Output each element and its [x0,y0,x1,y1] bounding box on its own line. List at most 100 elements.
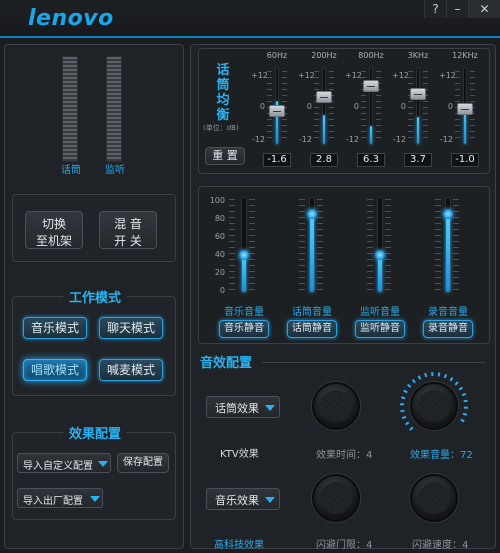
volume-tick [299,235,305,236]
save-config-button[interactable]: 保存配置 [117,453,169,473]
import-custom-dropdown[interactable]: 导入自定义配置 [17,453,111,473]
help-button[interactable]: ? [424,0,446,18]
volume-fill [310,214,314,292]
eq-band: 12KHz +12 0 -12 -1.0 [439,49,487,175]
minimize-button[interactable]: – [446,0,468,18]
shout-mode-button[interactable]: 喊麦模式 [99,359,163,381]
mic-effect-dropdown[interactable]: 话筒效果 [206,396,280,418]
volume-tick [367,223,373,224]
eq-tick [267,137,272,138]
volume-tick [229,235,235,236]
eq-tick [282,131,287,132]
volume-tick [229,241,235,242]
eq-value-box[interactable]: 6.3 [357,153,385,167]
eq-value-box[interactable]: -1.6 [263,153,291,167]
eq-tick [376,107,381,108]
volume-slider-thumb[interactable] [307,209,317,219]
switch-to-rack-button[interactable]: 切换 至机架 [25,211,83,249]
eq-band: 800Hz +12 0 -12 6.3 [345,49,393,175]
eq-tick [314,107,319,108]
volume-tick [435,259,441,260]
eq-track[interactable] [369,67,373,145]
volume-tick [229,205,235,206]
close-button[interactable]: ✕ [468,0,500,18]
eq-tick [361,125,366,126]
eq-value-box[interactable]: 2.8 [310,153,338,167]
volume-tick [229,271,235,272]
volume-label: 音乐音量 [224,307,264,318]
eq-tick [455,119,460,120]
mic-effect-label: 话筒效果 [215,402,259,415]
eq-slider-thumb[interactable] [269,105,285,117]
eq-title-char: 话 [216,63,230,78]
volume-tick [317,217,323,218]
mute-button[interactable]: 录音静音 [423,320,473,338]
eq-tick [423,83,428,84]
effect-volume-knob[interactable] [410,382,458,430]
volume-tick [385,199,391,200]
volume-tick [385,229,391,230]
eq-band: 200Hz +12 0 -12 2.8 [298,49,346,175]
eq-value-box[interactable]: -1.0 [451,153,479,167]
volume-tick [317,205,323,206]
flash-threshold-knob[interactable] [312,474,360,522]
eq-tick [408,113,413,114]
eq-reset-button[interactable]: 重 置 [205,147,245,165]
ring-tick [443,373,448,379]
volume-tick [299,247,305,248]
flash-speed-knob[interactable] [410,474,458,522]
volume-tick [385,247,391,248]
eq-tick [408,107,413,108]
volume-tick [385,289,391,290]
volume-slider-thumb[interactable] [239,250,249,260]
eq-tick [314,77,319,78]
eq-slider-thumb[interactable] [316,91,332,103]
volume-fill [378,254,382,292]
monitor-meter-label: 监听 [105,165,125,176]
effect-time-knob[interactable] [312,382,360,430]
eq-track[interactable] [416,67,420,145]
volume-label: 话筒音量 [292,307,332,318]
mix-toggle-button[interactable]: 混 音 开 关 [99,211,157,249]
eq-band-freq: 200Hz [311,51,337,60]
volume-tick [385,205,391,206]
mute-button[interactable]: 监听静音 [355,320,405,338]
music-effect-dropdown[interactable]: 音乐效果 [206,488,280,510]
monitor-level-meter [106,56,122,162]
volume-tick [317,259,323,260]
volume-slider-thumb[interactable] [443,209,453,219]
eq-tick [455,77,460,78]
ring-tick [411,378,416,384]
mix-line2: 开 关 [114,234,142,248]
eq-slider-thumb[interactable] [363,80,379,92]
volume-tick [367,247,373,248]
eq-value-box[interactable]: 3.7 [404,153,432,167]
singing-mode-button[interactable]: 唱歌模式 [23,359,87,381]
mute-button[interactable]: 音乐静音 [219,320,269,338]
eq-tick [361,71,366,72]
eq-band-freq: 3KHz [407,51,429,60]
eq-tick [282,71,287,72]
volume-scale-label: 40 [214,250,225,259]
eq-tick [408,125,413,126]
volume-scale-label: 60 [214,232,225,241]
eq-track[interactable] [322,67,326,145]
eq-scale-label: +12 [345,71,362,80]
eq-tick [423,137,428,138]
eq-slider-thumb[interactable] [457,103,473,115]
chevron-down-icon [98,461,108,467]
chat-mode-button[interactable]: 聊天模式 [99,317,163,339]
music-mode-button[interactable]: 音乐模式 [23,317,87,339]
eq-slider-thumb[interactable] [410,88,426,100]
volume-tick [435,265,441,266]
volume-tick [367,283,373,284]
mute-button[interactable]: 话筒静音 [287,320,337,338]
volume-track[interactable] [241,197,247,293]
eq-band-freq: 12KHz [452,51,478,60]
eq-tick [376,71,381,72]
volume-slider-thumb[interactable] [375,250,385,260]
volume-track[interactable] [377,197,383,293]
import-factory-dropdown[interactable]: 导入出厂配置 [17,488,103,508]
eq-tick [361,113,366,114]
eq-tick [408,83,413,84]
